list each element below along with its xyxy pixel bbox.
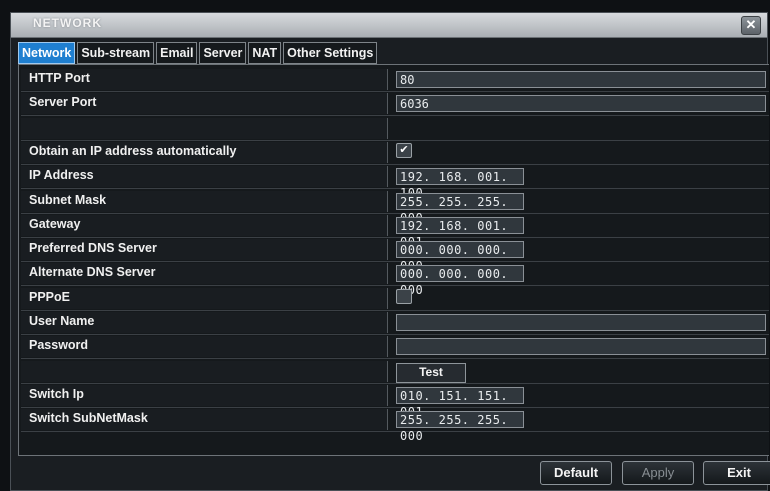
settings-row: User Name [21,312,769,335]
row-label: Server Port [21,93,388,115]
row-label: Switch Ip [21,384,388,406]
row-label: Subnet Mask [21,190,388,212]
settings-row: PPPoE [21,287,769,311]
checkmark-icon: ✔ [399,143,409,156]
ip-address-field[interactable]: 192. 168. 001. 100 [396,168,524,200]
row-label: PPPoE [21,287,388,309]
exit-button[interactable]: Exit [703,461,770,485]
ip-address-field[interactable]: 000. 000. 000. 000 [396,265,524,297]
tab-email[interactable]: Email [156,42,198,64]
port-field[interactable]: 80 [396,71,766,88]
tab-network[interactable]: Network [18,42,76,64]
row-label [21,117,388,139]
row-label [21,360,388,382]
settings-row [21,117,769,141]
settings-row: Preferred DNS Server 000. 000. 000. 000 [21,239,769,273]
row-label: Obtain an IP address automatically [21,141,388,163]
row-label: IP Address [21,166,388,188]
settings-row: HTTP Port 80 [21,69,769,92]
row-label: Alternate DNS Server [21,263,388,285]
close-button[interactable]: ✕ [741,16,761,35]
ip-address-field[interactable]: 255. 255. 255. 000 [396,411,524,443]
close-icon: ✕ [745,17,757,32]
tab-other-settings[interactable]: Other Settings [283,42,378,64]
settings-row: Switch Ip 010. 151. 151. 001 [21,384,769,419]
tab-nat[interactable]: NAT [248,42,282,64]
checkbox-checked[interactable]: ✔ [396,142,412,158]
settings-row: Subnet Mask 255. 255. 255. 000 [21,190,769,225]
checkbox-unchecked[interactable] [396,288,412,304]
test-button[interactable]: Test [396,362,466,383]
row-label: Gateway [21,214,388,236]
row-label: Preferred DNS Server [21,239,388,261]
row-label: Switch SubNetMask [21,409,388,431]
apply-button[interactable]: Apply [622,461,694,485]
port-field[interactable]: 6036 [396,95,766,113]
window-title: NETWORK [33,16,102,30]
settings-row: Switch SubNetMask 255. 255. 255. 000 [21,409,769,443]
title-bar: NETWORK ✕ [11,13,767,38]
settings-row: Gateway 192. 168. 001. 001 [21,214,769,249]
settings-row: IP Address 192. 168. 001. 100 [21,166,769,200]
settings-row: Obtain an IP address automatically ✔ [21,141,769,165]
settings-panel: HTTP Port 80 Server Port 6036 Obtain an IP a… [18,64,769,456]
row-label: User Name [21,312,388,333]
ip-address-field[interactable]: 000. 000. 000. 000 [396,241,524,273]
ip-address-field[interactable]: 192. 168. 001. 001 [396,216,524,249]
text-input-field[interactable] [396,338,766,356]
settings-row: Server Port 6036 [21,93,769,117]
tab-server[interactable]: Server [199,42,247,64]
settings-row: Test [21,360,769,384]
ip-address-field[interactable]: 255. 255. 255. 000 [396,192,524,225]
default-button[interactable]: Default [540,461,612,485]
tab-sub-stream[interactable]: Sub-stream [77,42,155,64]
text-input-field[interactable] [396,314,766,331]
row-label: HTTP Port [21,69,388,90]
settings-row: Alternate DNS Server 000. 000. 000. 000 [21,263,769,297]
ip-address-field[interactable]: 010. 151. 151. 001 [396,386,524,419]
settings-row: Password [21,336,769,360]
tab-bar: Network Sub-stream Email Server NAT Other Set… [18,42,379,64]
row-label: Password [21,336,388,358]
